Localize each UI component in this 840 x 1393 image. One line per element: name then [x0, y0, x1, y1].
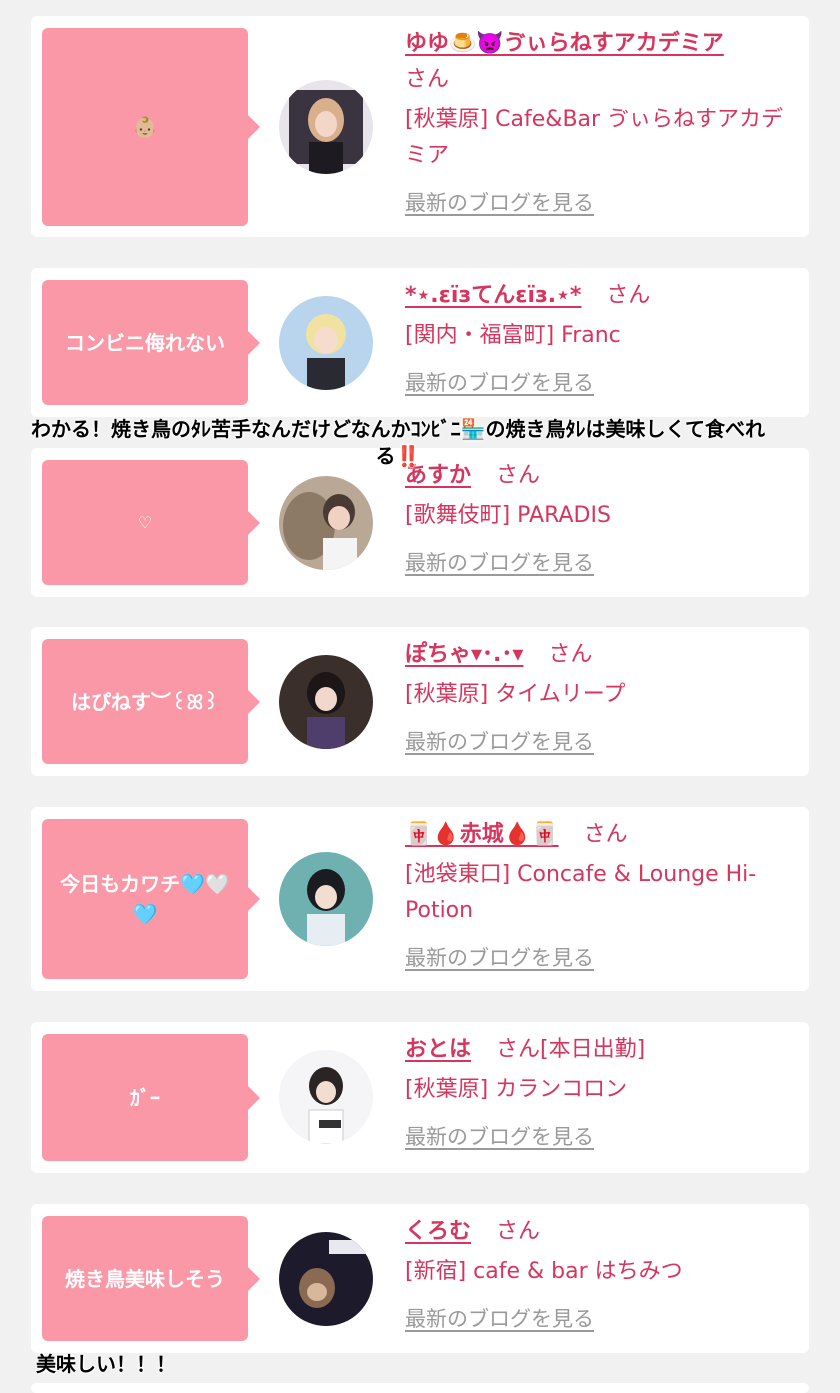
overlay-comment: 美味しい！！！	[36, 1352, 176, 1376]
comment-bubble: 今日もカワチ🩵🤍🩵	[42, 819, 260, 979]
comment-bubble: 焼き鳥美味しそう	[42, 1216, 260, 1341]
shop-name: [関内・福富町] Franc	[405, 323, 621, 348]
latest-blog-link[interactable]: 最新のブログを見る	[405, 368, 797, 398]
cast-name-link[interactable]: *⋆.εïзてんεïз.⋆*	[405, 283, 581, 308]
avatar[interactable]	[279, 655, 373, 749]
avatar[interactable]	[279, 476, 373, 570]
san-label: さん	[606, 283, 651, 308]
comment-bubble: コンビニ侮れない	[42, 280, 260, 405]
avatar[interactable]	[279, 1232, 373, 1326]
latest-blog-link[interactable]: 最新のブログを見る	[405, 1304, 797, 1334]
avatar[interactable]	[279, 296, 373, 390]
san-label: さん	[496, 1037, 541, 1062]
avatar[interactable]	[279, 852, 373, 946]
latest-blog-link[interactable]: 最新のブログを見る	[405, 943, 797, 973]
san-label: さん	[548, 642, 593, 667]
comment-text: コンビニ侮れない	[65, 330, 225, 355]
comment-bubble: ｶﾞｰ	[42, 1034, 260, 1161]
comment-bubble: 👶🏼	[42, 28, 260, 226]
cast-name-link[interactable]: ぽちゃ▾･.･▾	[405, 642, 523, 667]
comment-text: ♡	[137, 512, 153, 532]
shop-name: [秋葉原] Cafe&Bar ゔぃらねすアカデミア	[405, 107, 784, 168]
avatar[interactable]	[279, 1050, 373, 1144]
shop-name: [歌舞伎町] PARADIS	[405, 503, 611, 528]
comment-bubble: ♡	[42, 460, 260, 585]
san-label: さん	[405, 67, 450, 92]
cast-name-link[interactable]: ゆゆ🍮👿ゔぃらねすアカデミア	[405, 31, 724, 56]
cast-card: ｶﾞｰ おとは さん[本日出勤] [秋葉原] カランコロン 最新のブログを見る	[31, 1022, 809, 1173]
cast-card: ♡ あすか さん [歌舞伎町] PARADIS 最新のブログを見る	[31, 448, 809, 597]
latest-blog-link[interactable]: 最新のブログを見る	[405, 727, 797, 757]
cast-name-link[interactable]: くろむ	[405, 1219, 471, 1244]
cast-card: 焼き鳥美味しそう くろむ さん [新宿] cafe & bar はちみつ 最新の…	[31, 1204, 809, 1353]
san-label: さん	[583, 822, 628, 847]
shop-name: [新宿] cafe & bar はちみつ	[405, 1259, 683, 1284]
cast-card: 👶🏼 ゆゆ🍮👿ゔぃらねすアカデミア さん [秋葉原] Cafe&Bar ゔぃらね…	[31, 16, 809, 237]
latest-blog-link[interactable]: 最新のブログを見る	[405, 548, 797, 578]
latest-blog-link[interactable]: 最新のブログを見る	[405, 1122, 797, 1152]
comment-text: 今日もカワチ🩵🤍🩵	[60, 872, 230, 926]
cast-card: コンビニ侮れない *⋆.εïзてんεïз.⋆* さん [関内・福富町] Fran…	[31, 268, 809, 417]
avatar[interactable]	[279, 80, 373, 174]
comment-text: 👶🏼	[132, 115, 158, 139]
shop-name: [秋葉原] カランコロン	[405, 1077, 628, 1102]
cast-card: はぴねす︶꒰ꕤ꒱ ぽちゃ▾･.･▾ さん [秋葉原] タイムリープ 最新のブログ…	[31, 627, 809, 776]
shop-name: [池袋東口] Concafe & Lounge Hi-Potion	[405, 862, 757, 923]
cast-card-partial	[31, 1383, 809, 1393]
comment-bubble: はぴねす︶꒰ꕤ꒱	[42, 639, 260, 764]
latest-blog-link[interactable]: 最新のブログを見る	[405, 188, 797, 218]
san-label: さん	[496, 1219, 541, 1244]
comment-text: はぴねす︶꒰ꕤ꒱	[71, 689, 219, 714]
shop-name: [秋葉原] タイムリープ	[405, 682, 626, 707]
overlay-comment: わかる！焼き鳥のﾀﾚ苦手なんだけどなんかｺﾝﾋﾞﾆ🏪の焼き鳥ﾀﾚは美味しくて食べ…	[31, 417, 765, 468]
cast-card: 今日もカワチ🩵🤍🩵 🀄🩸赤城🩸🀄 さん [池袋東口] Concafe & Lou…	[31, 807, 809, 991]
working-today-badge: [本日出勤]	[540, 1037, 646, 1062]
comment-text: ｶﾞｰ	[130, 1085, 160, 1110]
cast-name-link[interactable]: おとは	[405, 1037, 471, 1062]
cast-name-link[interactable]: 🀄🩸赤城🩸🀄	[405, 822, 559, 847]
comment-text: 焼き鳥美味しそう	[65, 1266, 225, 1291]
